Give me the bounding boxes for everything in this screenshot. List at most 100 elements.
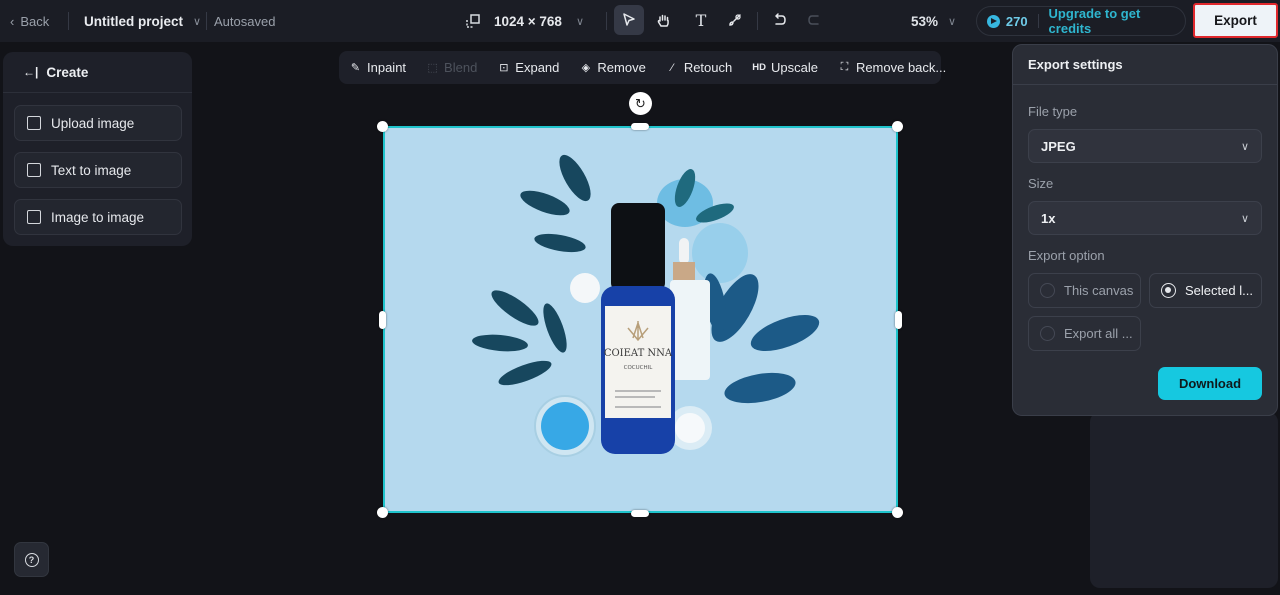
radio-selected-icon <box>1161 283 1176 298</box>
upload-image-icon <box>27 116 41 130</box>
retouch-button[interactable]: ⁄ Retouch <box>666 60 732 75</box>
undo-button[interactable] <box>765 5 795 35</box>
chevron-down-icon: ∨ <box>193 15 202 28</box>
select-tool[interactable] <box>614 5 644 35</box>
properties-panel <box>1090 412 1278 588</box>
option-this-canvas[interactable]: This canvas <box>1028 273 1141 308</box>
hand-icon <box>657 14 669 27</box>
resize-handle-bottom[interactable] <box>631 510 649 517</box>
back-button[interactable]: ‹ Back <box>10 0 49 42</box>
file-type-value: JPEG <box>1041 138 1076 154</box>
brush-tool[interactable] <box>720 5 750 35</box>
divider <box>757 12 758 30</box>
chevron-down-icon: ∨ <box>575 15 585 28</box>
project-name: Untitled project <box>84 13 184 29</box>
product-photo: COIEAT NNA COCUCHIL <box>385 128 896 511</box>
image-to-image-label: Image to image <box>51 209 145 225</box>
option-export-all[interactable]: Export all ... <box>1028 316 1141 351</box>
resize-handle-bottom-left[interactable] <box>377 507 388 518</box>
upscale-label: Upscale <box>770 60 818 75</box>
download-button[interactable]: Download <box>1158 367 1262 400</box>
resize-handle-top[interactable] <box>631 123 649 130</box>
rotate-icon: ↻ <box>635 95 646 111</box>
zoom-dropdown[interactable]: 53% ∨ <box>911 0 956 42</box>
text-icon: T <box>695 10 707 30</box>
resize-handle-left[interactable] <box>379 311 386 329</box>
file-type-select[interactable]: JPEG ∨ <box>1028 129 1262 163</box>
project-name-dropdown[interactable]: Untitled project ∨ <box>84 0 201 42</box>
resize-handle-right[interactable] <box>895 311 902 329</box>
eraser-icon: ◈ <box>581 62 591 74</box>
upgrade-link[interactable]: Upgrade to get credits <box>1049 6 1185 36</box>
blend-label: Blend <box>444 60 478 75</box>
remove-background-button[interactable]: ⛶ Remove back... <box>838 60 947 75</box>
save-status: Autosaved <box>214 13 276 29</box>
create-panel-collapse[interactable]: ←| Create <box>3 52 192 93</box>
resize-handle-top-right[interactable] <box>892 121 903 132</box>
option-selected-layers[interactable]: Selected l... <box>1149 273 1262 308</box>
credits-pill: 270 Upgrade to get credits <box>976 6 1186 36</box>
chevron-down-icon: ∨ <box>1240 212 1249 225</box>
redo-button[interactable] <box>799 5 829 35</box>
size-label: Size <box>1028 176 1054 191</box>
zoom-level: 53% <box>911 13 939 29</box>
canvas-image[interactable]: COIEAT NNA COCUCHIL <box>383 126 898 513</box>
hand-tool[interactable] <box>648 5 678 35</box>
credits-count: 270 <box>1005 13 1028 29</box>
resize-icon <box>466 14 480 28</box>
help-button[interactable]: ? <box>14 542 49 577</box>
image-to-image-icon <box>27 210 41 224</box>
radio-icon <box>1040 326 1055 341</box>
size-select[interactable]: 1x ∨ <box>1028 201 1262 235</box>
credit-coin-icon <box>987 14 1000 28</box>
text-tool[interactable]: T <box>686 5 716 35</box>
help-icon: ? <box>24 552 39 567</box>
resize-handle-bottom-right[interactable] <box>892 507 903 518</box>
divider <box>68 12 69 30</box>
export-settings-panel: Export settings File type JPEG ∨ Size 1x… <box>1012 44 1278 416</box>
radio-icon <box>1040 283 1055 298</box>
inpaint-label: Inpaint <box>367 60 407 75</box>
remove-background-icon: ⛶ <box>840 61 849 73</box>
text-to-image-button[interactable]: Text to image <box>14 152 182 188</box>
remove-background-label: Remove back... <box>855 60 947 75</box>
option-label: Export all ... <box>1064 326 1133 341</box>
back-label: Back <box>20 13 50 29</box>
upload-image-button[interactable]: Upload image <box>14 105 182 141</box>
resize-handle-top-left[interactable] <box>377 121 388 132</box>
inpaint-icon: ✎ <box>350 62 361 74</box>
inpaint-button[interactable]: ✎ Inpaint <box>349 60 406 75</box>
rotate-handle[interactable]: ↻ <box>629 92 652 115</box>
product-sublabel: COCUCHIL <box>624 365 654 371</box>
blend-button[interactable]: ⬚ Blend <box>426 60 477 75</box>
canvas-size-dropdown[interactable]: 1024 × 768 ∨ <box>466 0 584 42</box>
image-to-image-button[interactable]: Image to image <box>14 199 182 235</box>
size-value: 1x <box>1041 210 1056 226</box>
chevron-left-icon: ‹ <box>10 13 15 29</box>
chevron-down-icon: ∨ <box>948 15 957 28</box>
create-panel: ←| Create Upload image Text to image Ima… <box>3 52 192 246</box>
hd-icon: HD <box>752 62 766 73</box>
option-label: This canvas <box>1064 283 1134 298</box>
upload-image-label: Upload image <box>51 115 135 131</box>
chevron-down-icon: ∨ <box>1240 140 1249 153</box>
text-to-image-label: Text to image <box>51 162 132 178</box>
expand-button[interactable]: ⊡ Expand <box>497 60 559 75</box>
product-label: COIEAT NNA <box>604 348 673 359</box>
remove-button[interactable]: ◈ Remove <box>579 60 646 75</box>
upscale-button[interactable]: HD Upscale <box>752 60 818 75</box>
magic-wand-icon: ⁄ <box>671 61 674 74</box>
export-button[interactable]: Export <box>1193 3 1278 38</box>
remove-label: Remove <box>597 60 646 75</box>
redo-icon <box>808 15 819 25</box>
undo-icon <box>775 13 786 25</box>
image-tools-bar: ✎ Inpaint ⬚ Blend ⊡ Expand ◈ Remove ⁄ Retouch… <box>339 51 946 84</box>
pointer-icon <box>623 13 635 26</box>
collapse-left-icon: ←| <box>23 65 39 79</box>
file-type-label: File type <box>1028 104 1078 119</box>
blend-icon: ⬚ <box>427 62 438 74</box>
divider <box>606 12 607 30</box>
divider <box>1037 14 1039 28</box>
option-label: Selected l... <box>1185 283 1253 298</box>
create-panel-title: Create <box>46 64 89 80</box>
